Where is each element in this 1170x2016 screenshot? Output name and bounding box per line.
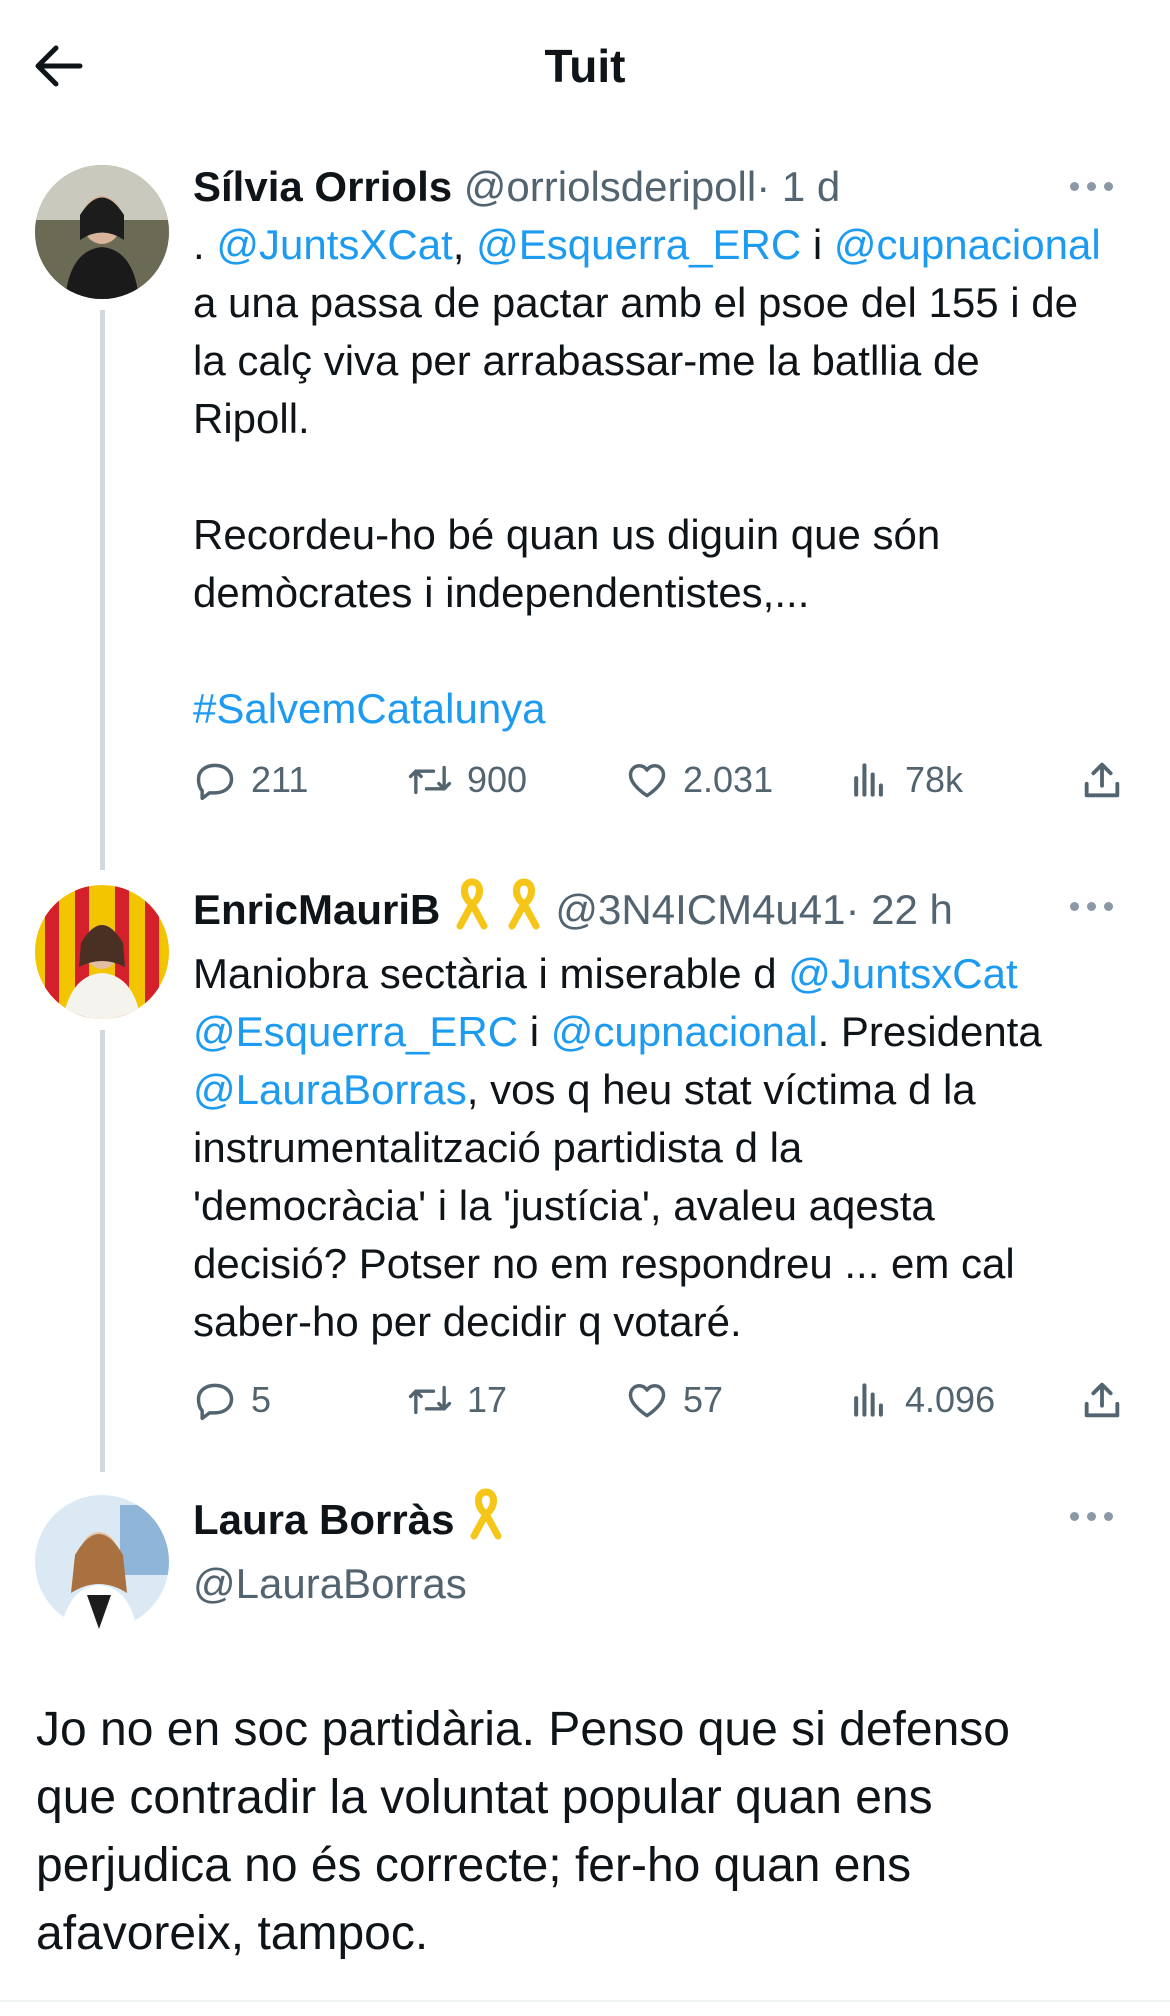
mention-link[interactable]: @cupnacional xyxy=(551,1008,818,1055)
handle[interactable]: @LauraBorras xyxy=(193,1555,1130,1613)
top-bar: Tuit xyxy=(0,0,1170,130)
tweet-actions: 211 900 2.031 78k xyxy=(193,750,1128,810)
like-button[interactable]: 2.031 xyxy=(625,750,773,810)
mention-link[interactable]: @cupnacional xyxy=(834,221,1101,268)
retweet-button[interactable]: 900 xyxy=(407,750,527,810)
thread-line xyxy=(100,1030,105,1472)
views-button[interactable]: 4.096 xyxy=(847,1370,995,1430)
avatar[interactable] xyxy=(35,1495,169,1629)
display-name[interactable]: Laura Borràs xyxy=(193,1496,454,1543)
reply-button[interactable]: 211 xyxy=(193,750,308,810)
hashtag-link[interactable]: #SalvemCatalunya xyxy=(193,685,546,732)
more-icon[interactable] xyxy=(1070,898,1130,928)
mention-link[interactable]: @Esquerra_ERC xyxy=(476,221,801,268)
retweet-icon xyxy=(408,765,452,795)
like-icon xyxy=(628,763,666,798)
share-button[interactable] xyxy=(1079,750,1139,810)
mention-link[interactable]: @Esquerra_ERC xyxy=(193,1008,518,1055)
mention-link[interactable]: @LauraBorras xyxy=(193,1066,467,1113)
more-icon[interactable] xyxy=(1070,1508,1130,1538)
views-icon xyxy=(854,1383,883,1417)
retweet-icon xyxy=(408,1385,452,1415)
tweet-silvia[interactable]: Sílvia Orriols @orriolsderipoll· 1 d . @… xyxy=(0,150,1170,870)
tweet-meta: EnricMauriB @3N4ICM4u41· 22 h xyxy=(193,878,1130,945)
thread-line xyxy=(100,310,105,870)
like-button[interactable]: 57 xyxy=(625,1370,723,1430)
display-name[interactable]: EnricMauriB xyxy=(193,886,440,933)
tweet-meta: Laura Borràs xyxy=(193,1488,1130,1555)
reply-icon xyxy=(196,1383,234,1421)
main-tweet-text: Jo no en soc partidària. Penso que si de… xyxy=(36,1703,1010,1960)
retweet-button[interactable]: 17 xyxy=(407,1370,507,1430)
avatar[interactable] xyxy=(35,165,169,299)
like-icon xyxy=(628,1383,666,1418)
page-title: Tuit xyxy=(544,40,626,92)
share-button[interactable] xyxy=(1079,1370,1139,1430)
tweet-text: Maniobra sectària i miserable d @JuntsxC… xyxy=(193,950,1042,1345)
tweet-enric[interactable]: EnricMauriB @3N4ICM4u41· 22 h Maniobra s… xyxy=(0,870,1170,1472)
divider xyxy=(0,2000,1170,2002)
mention-link[interactable]: @JuntsxCat xyxy=(788,950,1017,997)
share-icon xyxy=(1084,1382,1120,1418)
timestamp[interactable]: · 22 h xyxy=(846,886,953,933)
yellow-ribbon-icon xyxy=(504,878,544,945)
display-name[interactable]: Sílvia Orriols xyxy=(193,163,452,210)
yellow-ribbon-icon xyxy=(466,1488,506,1555)
yellow-ribbon-icon xyxy=(452,878,492,945)
avatar[interactable] xyxy=(35,885,169,1019)
handle[interactable]: @orriolsderipoll xyxy=(464,163,756,210)
handle[interactable]: @3N4ICM4u41 xyxy=(555,886,845,933)
share-icon xyxy=(1084,762,1120,798)
views-icon xyxy=(854,763,883,797)
mention-link[interactable]: @JuntsXCat xyxy=(216,221,452,268)
reply-button[interactable]: 5 xyxy=(193,1370,271,1430)
reply-icon xyxy=(196,763,234,801)
tweet-text: . @JuntsXCat, @Esquerra_ERC i @cupnacion… xyxy=(193,221,1101,732)
timestamp[interactable]: · 1 d xyxy=(756,163,840,210)
tweet-meta: Sílvia Orriols @orriolsderipoll· 1 d xyxy=(193,158,1130,216)
tweet-actions: 5 17 57 4.096 xyxy=(193,1370,1128,1430)
views-button[interactable]: 78k xyxy=(847,750,963,810)
more-icon[interactable] xyxy=(1070,178,1130,208)
